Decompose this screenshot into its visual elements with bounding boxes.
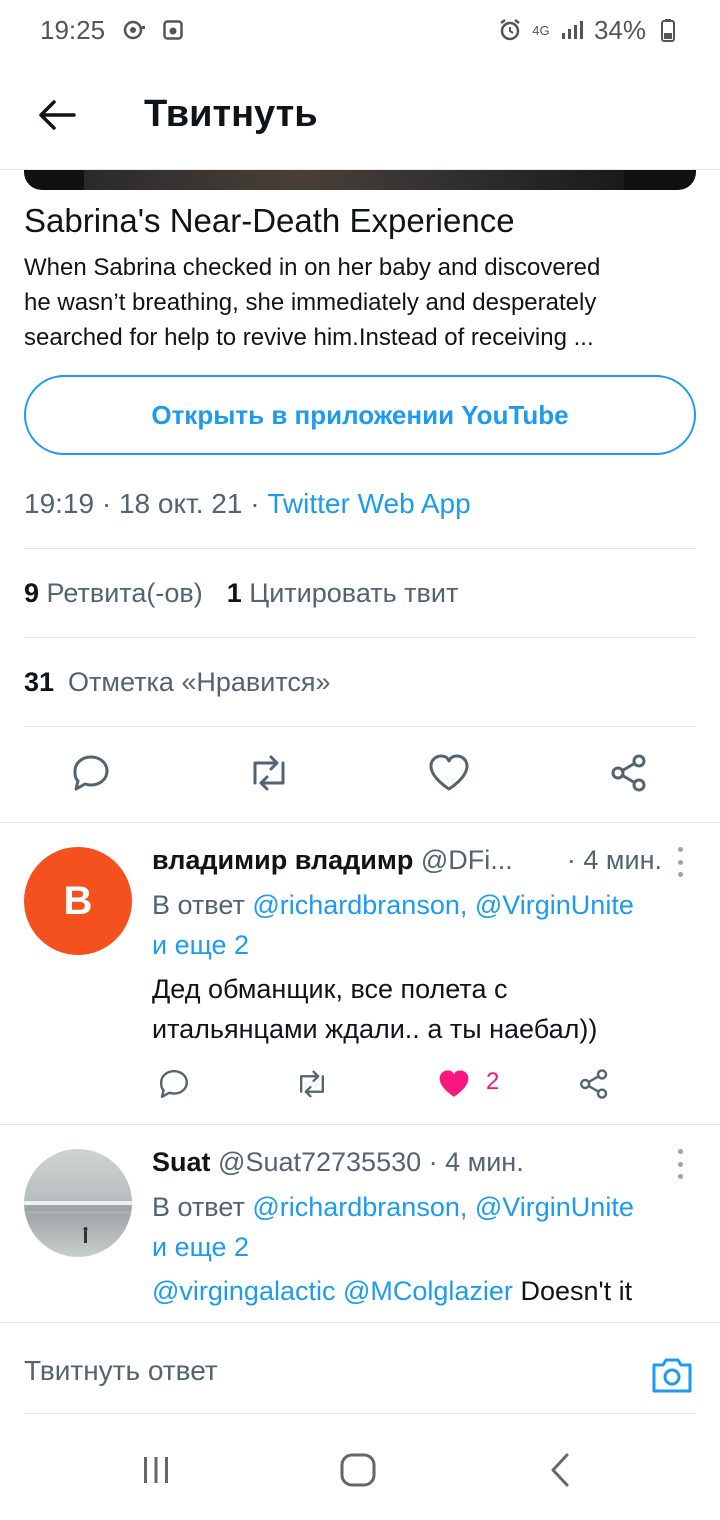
like-heart-icon[interactable] — [426, 750, 472, 796]
back-nav-icon[interactable] — [538, 1450, 582, 1490]
card-description-line: searched for help to revive him.Instead … — [24, 324, 594, 351]
camera-icon[interactable] — [650, 1355, 694, 1395]
notification-icon — [123, 18, 147, 42]
retweet-icon[interactable] — [246, 750, 292, 796]
retweets-label: Ретвита(-ов) — [46, 578, 203, 608]
reply-text-content: Doesn't it — [520, 1276, 633, 1306]
quotes-link[interactable]: 1 Цитировать твит — [227, 578, 459, 609]
beach-photo-avatar — [24, 1201, 132, 1243]
text-mentions[interactable]: @virgingalactic @MColglazier — [152, 1276, 513, 1306]
tweet-actions — [0, 740, 720, 810]
video-thumbnail[interactable] — [24, 170, 696, 190]
retweet-stats: 9 Ретвита(-ов) 1 Цитировать твит — [24, 578, 458, 609]
card-description-line: When Sabrina checked in on her baby and … — [24, 254, 601, 281]
meta-separator: · — [101, 488, 119, 519]
reply-text-line: Дед обманщик, все полета с — [152, 974, 508, 1004]
tweet-date: 18 окт. 21 — [118, 488, 243, 519]
reply-prefix: В ответ — [152, 890, 245, 920]
avatar[interactable]: В — [24, 847, 132, 955]
likes-count: 31 — [24, 667, 55, 697]
card-description-line: he wasn’t breathing, she immediately and… — [24, 289, 597, 316]
open-in-youtube-button[interactable]: Открыть в приложении YouTube — [24, 375, 696, 455]
reply-header: Suat @Suat72735530 · 4 мин. — [152, 1147, 692, 1178]
reply-mentions[interactable]: @richardbranson, @VirginUnite — [252, 1192, 634, 1222]
quotes-count: 1 — [226, 578, 242, 608]
reply-more-link[interactable]: и еще 2 — [152, 1232, 249, 1262]
liked-heart-icon[interactable] — [436, 1066, 472, 1102]
share-icon[interactable] — [606, 750, 652, 796]
reply-more-link[interactable]: и еще 2 — [152, 930, 249, 960]
share-icon[interactable] — [576, 1066, 612, 1102]
more-options-icon[interactable] — [670, 1149, 690, 1179]
reply-time: · 4 мин. — [566, 845, 662, 875]
author-name[interactable]: Suat — [152, 1147, 211, 1177]
reply-header: владимир владимр @DFi... · 4 мин. — [152, 845, 692, 876]
reply-text: Дед обманщик, все полета с итальянцами ж… — [152, 969, 692, 1049]
divider — [24, 548, 696, 549]
like-count: 2 — [486, 1068, 500, 1095]
reply-time: · 4 мин. — [428, 1147, 524, 1177]
battery-percent: 34% — [593, 14, 646, 45]
status-right: 4G 34% — [498, 15, 680, 46]
app-header: Твитнуть — [0, 60, 720, 170]
reply-text: @virgingalactic @MColglazier Doesn't it — [152, 1271, 692, 1311]
reply-text-line: итальянцами ждали.. а ты наебал)) — [152, 1014, 598, 1044]
home-icon[interactable] — [336, 1450, 380, 1490]
reply-mentions[interactable]: @richardbranson, @VirginUnite — [252, 890, 634, 920]
recent-apps-icon[interactable] — [134, 1450, 178, 1490]
quotes-label: Цитировать твит — [249, 578, 459, 608]
tweet-meta: 19:19 · 18 окт. 21 · Twitter Web App — [24, 488, 471, 520]
reply-icon[interactable] — [156, 1066, 192, 1102]
back-arrow-icon — [39, 99, 76, 130]
battery-icon — [656, 18, 680, 42]
reply-compose-bar: Твитнуть ответ — [0, 1322, 720, 1414]
divider — [24, 637, 696, 638]
author-name[interactable]: владимир владимр — [152, 845, 413, 875]
signal-icon — [560, 18, 584, 42]
network-type: 4G — [532, 22, 550, 38]
tweet-detail: Sabrina's Near-Death Experience When Sab… — [0, 170, 720, 1322]
retweets-count: 9 — [24, 578, 40, 608]
reply-prefix: В ответ — [152, 1192, 245, 1222]
page-title: Твитнуть — [144, 93, 318, 135]
back-button[interactable] — [22, 80, 92, 150]
reply-tweet[interactable]: В владимир владимр @DFi... · 4 мин. В от… — [0, 823, 720, 1123]
retweet-icon[interactable] — [294, 1066, 330, 1102]
alarm-icon — [498, 18, 522, 42]
reply-context: В ответ @richardbranson, @VirginUnite и … — [152, 885, 692, 965]
avatar-letter: В — [63, 878, 93, 923]
reply-tweet[interactable]: Suat @Suat72735530 · 4 мин. В ответ @ric… — [0, 1125, 720, 1322]
tweet-time: 19:19 — [24, 488, 95, 519]
likes-label: Отметка «Нравится» — [68, 667, 331, 697]
likes-stats[interactable]: 31 Отметка «Нравится» — [24, 667, 331, 698]
divider — [24, 726, 696, 727]
system-nav-bar — [0, 1414, 720, 1520]
reply-actions: 2 — [152, 1066, 672, 1106]
status-bar: 19:25 4G 34% — [0, 0, 720, 60]
tweet-source-link[interactable]: Twitter Web App — [267, 488, 470, 519]
reply-icon[interactable] — [68, 750, 114, 796]
more-options-icon[interactable] — [670, 847, 690, 877]
status-time: 19:25 — [40, 14, 106, 45]
author-handle[interactable]: @DFi... — [421, 845, 513, 875]
avatar[interactable] — [24, 1149, 132, 1257]
retweets-link[interactable]: 9 Ретвита(-ов) — [24, 578, 203, 609]
reply-input[interactable]: Твитнуть ответ — [24, 1355, 218, 1387]
card-title[interactable]: Sabrina's Near-Death Experience — [24, 202, 515, 240]
author-handle[interactable]: @Suat72735530 — [218, 1147, 421, 1177]
reply-context: В ответ @richardbranson, @VirginUnite и … — [152, 1187, 692, 1267]
meta-separator: · — [250, 488, 268, 519]
card-description[interactable]: When Sabrina checked in on her baby and … — [24, 250, 696, 355]
screenshot-icon — [161, 18, 185, 42]
status-left-icons — [123, 18, 185, 42]
